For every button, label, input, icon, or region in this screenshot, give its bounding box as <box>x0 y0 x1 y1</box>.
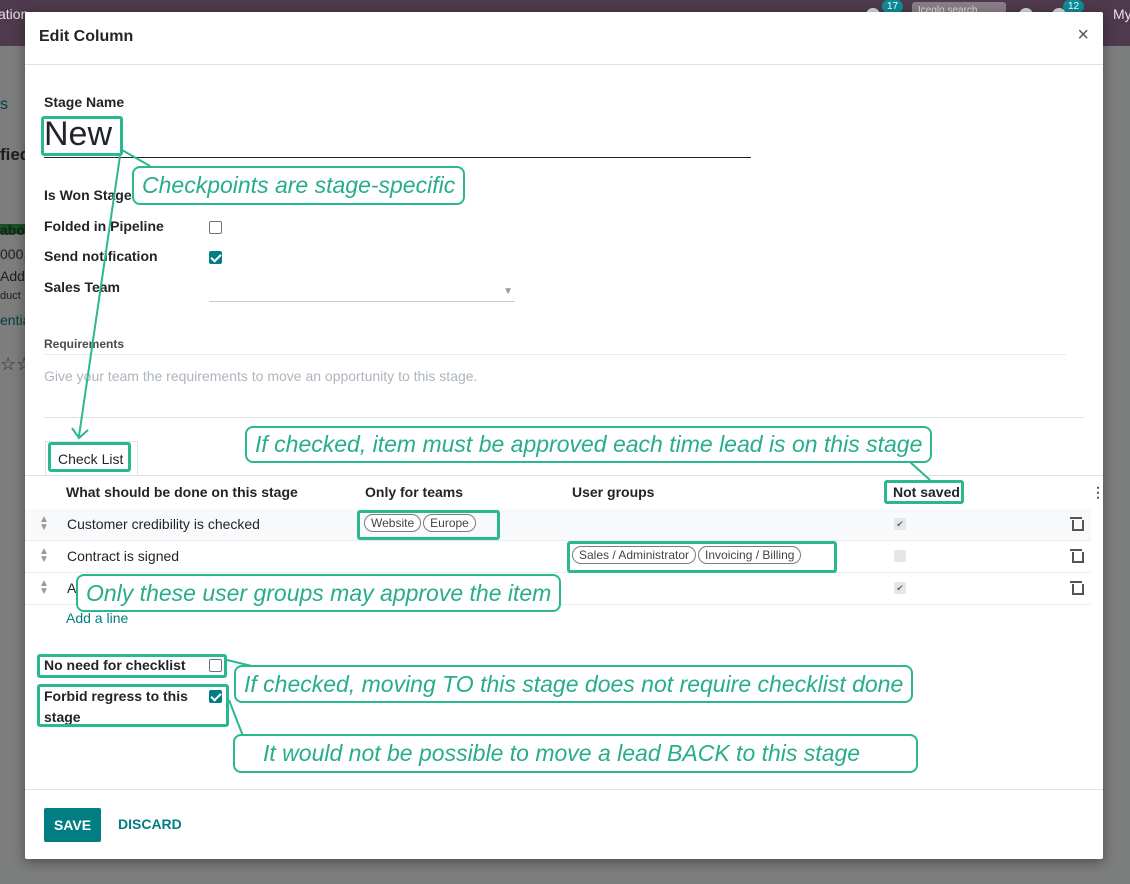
requirements-label: Requirements <box>44 337 125 351</box>
not-saved-checkbox[interactable]: ✔ <box>894 582 906 594</box>
callout-regress: It would not be possible to move a lead … <box>233 734 918 773</box>
highlight-groups <box>567 541 837 573</box>
column-header-task[interactable]: What should be done on this stage <box>66 484 298 500</box>
tab-underline <box>25 475 1103 476</box>
sales-team-label: Sales Team <box>44 279 121 295</box>
highlight-no-need <box>37 654 227 678</box>
close-icon[interactable]: × <box>1077 24 1089 47</box>
callout-user-groups: Only these user groups may approve the i… <box>76 574 562 612</box>
column-header-teams[interactable]: Only for teams <box>365 484 463 500</box>
task-cell[interactable]: A <box>67 580 76 596</box>
trash-icon[interactable] <box>1070 547 1084 563</box>
column-options-icon[interactable]: ⋮ <box>1091 484 1105 501</box>
chevron-down-icon: ▼ <box>503 286 513 297</box>
highlight-not-saved <box>884 480 964 504</box>
trash-icon[interactable] <box>1070 579 1084 595</box>
add-line-link[interactable]: Add a line <box>66 610 128 626</box>
not-saved-checkbox[interactable]: ✔ <box>894 518 906 530</box>
table-row[interactable]: ▲ ▼ Customer credibility is checked Websi… <box>25 509 1091 541</box>
user-menu[interactable]: My <box>1113 6 1130 22</box>
bg-fragment: duct <box>0 290 21 302</box>
bg-progress <box>0 224 28 234</box>
task-cell[interactable]: Contract is signed <box>67 548 179 564</box>
footer-divider <box>25 789 1103 790</box>
send-notification-label: Send notification <box>44 248 158 264</box>
task-cell[interactable]: Customer credibility is checked <box>67 516 260 532</box>
highlight-teams <box>357 510 500 540</box>
bg-fragment: 000. <box>0 246 28 262</box>
bg-fragment: s <box>0 96 8 113</box>
drag-handle-icon[interactable]: ▲ ▼ <box>39 515 49 533</box>
stage-name-input[interactable]: New <box>44 114 751 158</box>
table-row[interactable]: ▲ ▼ Contract is signed Sales / Administra… <box>25 541 1091 573</box>
drag-handle-icon[interactable]: ▲ ▼ <box>39 547 49 565</box>
highlight-stage-name <box>41 116 123 156</box>
save-button[interactable]: SAVE <box>44 808 101 842</box>
stage-name-label: Stage Name <box>44 94 125 110</box>
folded-in-pipeline-label: Folded in Pipeline <box>44 218 164 234</box>
highlight-forbid-regress <box>37 684 229 727</box>
folded-in-pipeline-checkbox[interactable] <box>209 221 222 234</box>
dialog-title: Edit Column <box>39 28 134 45</box>
divider <box>44 354 1066 355</box>
not-saved-checkbox[interactable] <box>894 550 906 562</box>
highlight-check-list-tab <box>48 442 131 472</box>
divider <box>44 417 1084 418</box>
sales-team-select[interactable]: ▼ <box>209 286 515 302</box>
column-header-groups[interactable]: User groups <box>572 484 654 500</box>
callout-no-checklist: If checked, moving TO this stage does no… <box>234 665 914 703</box>
drag-handle-icon[interactable]: ▲ ▼ <box>39 579 49 597</box>
is-won-stage-label: Is Won Stage? <box>44 187 141 203</box>
dialog-header: Edit Column × <box>25 12 1103 65</box>
requirements-textarea[interactable]: Give your team the requirements to move … <box>44 368 477 384</box>
discard-button[interactable]: DISCARD <box>118 816 182 832</box>
callout-checkpoints: Checkpoints are stage-specific <box>132 166 466 205</box>
send-notification-checkbox[interactable] <box>209 251 222 264</box>
trash-icon[interactable] <box>1070 515 1084 531</box>
callout-approve-each-time: If checked, item must be approved each t… <box>245 426 933 463</box>
bg-fragment: Add <box>0 268 25 284</box>
